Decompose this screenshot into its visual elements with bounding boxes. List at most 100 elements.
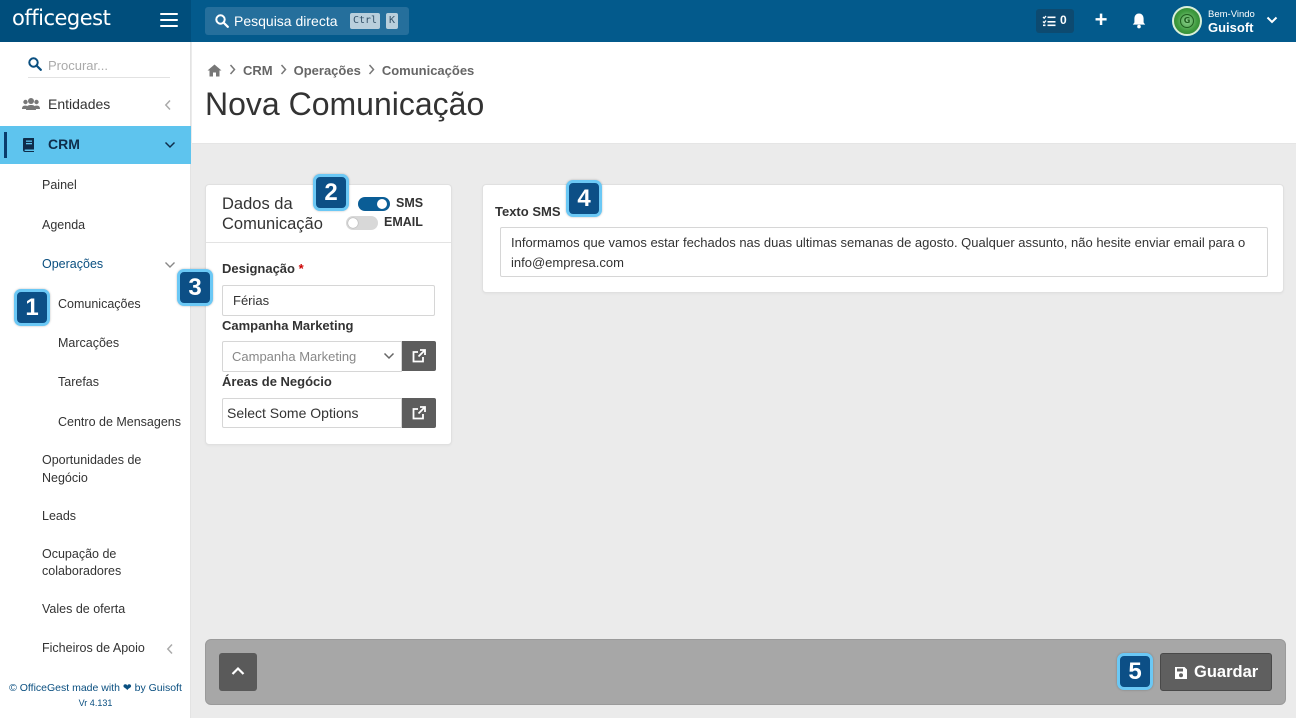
sidebar-item-label: colaboradores xyxy=(42,564,122,578)
users-icon xyxy=(22,98,40,110)
designacao-label: Designação * xyxy=(222,261,304,276)
sidebar-item-marcacoes[interactable]: Marcações xyxy=(0,334,191,354)
user-menu[interactable]: G Bem-Vindo Guisoft xyxy=(1172,6,1282,36)
email-toggle-label: EMAIL xyxy=(384,215,423,229)
sidebar-search-input[interactable] xyxy=(48,55,166,75)
sidebar-item-label: Marcações xyxy=(58,336,120,350)
shortcut-ctrl: Ctrl xyxy=(350,13,381,29)
sidebar-item-tarefas[interactable]: Tarefas xyxy=(0,373,191,393)
menu-toggle-icon[interactable] xyxy=(160,13,178,29)
sidebar-item-label: Tarefas xyxy=(58,375,99,389)
global-search-label: Pesquisa directa xyxy=(234,13,338,29)
breadcrumb-comunicacoes[interactable]: Comunicações xyxy=(382,63,474,78)
sms-toggle[interactable] xyxy=(358,197,390,211)
sidebar-item-oportunidades[interactable]: Oportunidades de Negócio xyxy=(0,451,191,489)
designacao-label-text: Designação xyxy=(222,261,295,276)
chevron-left-icon xyxy=(166,643,173,655)
chevron-down-icon xyxy=(1266,16,1278,24)
avatar-glyph: G xyxy=(1180,14,1194,28)
scroll-top-button[interactable] xyxy=(219,653,257,691)
sms-text-card: Texto SMS Informamos que vamos estar fec… xyxy=(482,184,1284,293)
sidebar-item-agenda[interactable]: Agenda xyxy=(0,216,191,236)
tasks-button[interactable]: 0 xyxy=(1036,9,1074,33)
chevron-left-icon xyxy=(164,99,171,111)
campanha-label: Campanha Marketing xyxy=(222,318,354,333)
page-header: CRM Operações Comunicações Nova Comunica… xyxy=(192,42,1296,144)
chevron-down-icon xyxy=(383,352,395,360)
breadcrumb-crm[interactable]: CRM xyxy=(243,63,273,78)
home-icon[interactable] xyxy=(207,64,222,77)
breadcrumb-separator-icon xyxy=(368,63,375,78)
footer-credit-author: by Guisoft xyxy=(134,682,182,694)
add-icon[interactable]: + xyxy=(1091,9,1111,33)
external-link-icon xyxy=(412,349,426,363)
sidebar-item-painel[interactable]: Painel xyxy=(0,176,191,196)
chevron-up-icon xyxy=(231,666,245,675)
step-badge-4: 4 xyxy=(566,180,602,217)
top-bar: officegest Pesquisa directa Ctrl K 0 + G… xyxy=(0,0,1296,42)
areas-negocio-label: Áreas de Negócio xyxy=(222,374,332,389)
step-badge-5: 5 xyxy=(1117,653,1153,690)
areas-negocio-open-button[interactable] xyxy=(402,398,436,428)
breadcrumb-operacoes[interactable]: Operações xyxy=(294,63,361,78)
sidebar-item-ficheiros[interactable]: Ficheiros de Apoio xyxy=(0,639,191,659)
bell-icon[interactable] xyxy=(1131,12,1147,29)
sidebar-item-centro-mensagens[interactable]: Centro de Mensagens xyxy=(0,413,191,433)
sidebar-item-label: Leads xyxy=(42,509,77,523)
app-logo[interactable]: officegest xyxy=(12,6,111,30)
welcome-text: Bem-Vindo xyxy=(1208,9,1255,20)
save-button-label: Guardar xyxy=(1194,663,1259,681)
sidebar-search xyxy=(28,54,170,78)
user-name: Guisoft xyxy=(1208,20,1254,35)
sms-toggle-label: SMS xyxy=(396,196,424,210)
chevron-down-icon xyxy=(165,262,175,268)
email-toggle[interactable] xyxy=(346,216,378,230)
designacao-input[interactable] xyxy=(222,285,435,316)
sidebar-item-label: Ocupação de xyxy=(42,547,117,561)
areas-negocio-placeholder: Select Some Options xyxy=(227,405,359,421)
sidebar: Entidades CRM Painel Agenda Operações Co… xyxy=(0,42,191,718)
communication-data-card: Dados da Comunicação SMS EMAIL Designaçã… xyxy=(205,184,452,445)
sidebar-item-label: Painel xyxy=(42,178,77,192)
sidebar-item-label: Vales de oferta xyxy=(42,602,126,616)
sidebar-item-operacoes[interactable]: Operações xyxy=(0,255,191,275)
sidebar-item-label: Negócio xyxy=(42,471,88,485)
chevron-down-icon xyxy=(164,141,176,149)
sidebar-item-label: Comunicações xyxy=(58,297,141,311)
sidebar-item-leads[interactable]: Leads xyxy=(0,507,191,527)
search-icon xyxy=(28,57,42,71)
breadcrumb-separator-icon xyxy=(229,63,236,78)
page-title: Nova Comunicação xyxy=(205,86,485,122)
task-list-icon xyxy=(1042,15,1056,27)
campanha-select[interactable]: Campanha Marketing xyxy=(222,341,402,372)
sidebar-item-label: Operações xyxy=(42,257,104,271)
sms-text-label: Texto SMS xyxy=(495,204,561,219)
sidebar-footer: © OfficeGest made with ❤ by Guisoft Vr 4… xyxy=(0,682,191,708)
sidebar-item-vales[interactable]: Vales de oferta xyxy=(0,600,191,620)
required-mark: * xyxy=(298,261,304,276)
sidebar-item-entidades[interactable]: Entidades xyxy=(0,86,191,124)
sidebar-item-label: Entidades xyxy=(48,96,111,112)
global-search-button[interactable]: Pesquisa directa Ctrl K xyxy=(205,7,409,35)
step-badge-1: 1 xyxy=(14,289,50,326)
areas-negocio-select[interactable]: Select Some Options xyxy=(222,398,402,428)
shortcut-key: K xyxy=(386,13,399,29)
sidebar-item-label: Ficheiros de Apoio xyxy=(42,641,145,655)
sidebar-item-crm[interactable]: CRM xyxy=(0,126,191,164)
step-badge-3: 3 xyxy=(177,269,213,306)
save-icon xyxy=(1175,667,1187,679)
external-link-icon xyxy=(412,406,426,420)
logo-area: officegest xyxy=(0,0,191,42)
app-version: Vr 4.131 xyxy=(78,698,113,708)
sidebar-item-label: Oportunidades de xyxy=(42,453,142,467)
sms-text-area[interactable]: Informamos que vamos estar fechados nas … xyxy=(500,227,1268,277)
sidebar-item-ocupacao[interactable]: Ocupação de colaboradores xyxy=(0,545,191,583)
save-button[interactable]: Guardar xyxy=(1160,653,1272,691)
footer-credit: © OfficeGest made with xyxy=(9,682,120,694)
sidebar-item-label: CRM xyxy=(48,136,80,152)
tasks-count: 0 xyxy=(1060,13,1067,27)
campanha-open-button[interactable] xyxy=(402,341,436,371)
heart-icon: ❤ xyxy=(122,682,132,694)
book-icon xyxy=(23,138,34,152)
sidebar-item-label: Centro de Mensagens xyxy=(58,415,181,429)
